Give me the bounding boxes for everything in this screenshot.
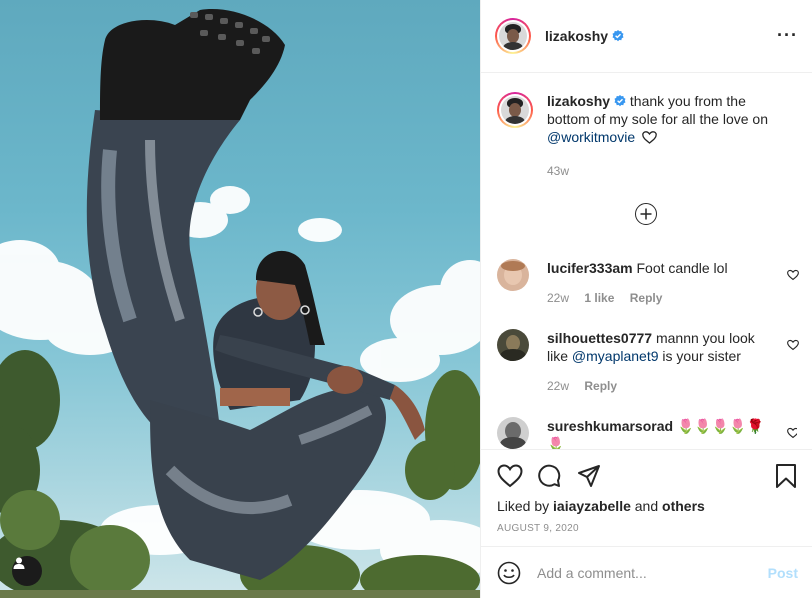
comment-time[interactable]: 22w	[547, 291, 569, 305]
post-comment-button[interactable]: Post	[768, 565, 798, 581]
instagram-post-modal: lizakoshy ··· lizakoshy thank you from t…	[0, 0, 812, 598]
comment-body: lucifer333am Foot candle lol 22w 1 like …	[547, 259, 767, 307]
verified-badge-icon	[614, 95, 626, 107]
caption-author-username[interactable]: lizakoshy	[547, 93, 610, 109]
add-comment-bar: Post	[481, 546, 812, 599]
commenter-username[interactable]: silhouettes0777	[547, 330, 652, 346]
comment-likes[interactable]: 1 like	[584, 291, 614, 305]
comment-mention-link[interactable]: @myaplanet9	[572, 348, 659, 364]
liked-by-prefix: Liked by	[497, 498, 554, 514]
caption-author-avatar[interactable]	[497, 92, 533, 128]
commenter-avatar[interactable]	[497, 259, 529, 291]
like-comment-icon[interactable]	[787, 339, 799, 351]
comment-body: silhouettes0777 mannn you look like @mya…	[547, 329, 767, 395]
like-comment-icon[interactable]	[787, 427, 797, 439]
photo-illustration	[0, 9, 480, 598]
liked-by-text: Liked by iaiayzabelle and others	[497, 498, 705, 514]
post-caption: lizakoshy thank you from the bottom of m…	[497, 92, 797, 180]
comment-meta: 22w Reply	[547, 377, 767, 395]
liked-by-and: and	[630, 498, 663, 514]
liked-by-others-link[interactable]: others	[662, 498, 705, 514]
like-comment-icon[interactable]	[787, 269, 799, 281]
commenter-avatar[interactable]	[497, 329, 529, 361]
person-icon	[13, 557, 25, 569]
like-heart-icon[interactable]	[497, 464, 523, 488]
caption-text: lizakoshy thank you from the bottom of m…	[547, 92, 787, 180]
comment-text: Foot candle lol	[636, 260, 728, 276]
comment-bubble-icon[interactable]	[537, 464, 561, 488]
reply-button[interactable]: Reply	[584, 379, 617, 393]
commenter-avatar[interactable]	[497, 417, 529, 449]
heart-outline-icon	[642, 131, 657, 144]
comment-item: silhouettes0777 mannn you look like @mya…	[497, 329, 799, 395]
plus-icon	[640, 208, 652, 220]
comment-item: lucifer333am Foot candle lol 22w 1 like …	[497, 259, 799, 307]
verified-badge-icon	[612, 30, 624, 42]
author-avatar[interactable]	[495, 18, 531, 54]
share-paper-plane-icon[interactable]	[577, 464, 601, 488]
post-photo[interactable]	[0, 0, 480, 598]
author-username[interactable]: lizakoshy	[545, 28, 608, 44]
comment-item: sureshkumarsorad 🌷🌷🌷🌷🌹🌷	[497, 417, 797, 449]
tagged-users-button[interactable]	[12, 556, 42, 586]
post-side-panel: lizakoshy ··· lizakoshy thank you from t…	[480, 0, 812, 598]
post-date[interactable]: AUGUST 9, 2020	[497, 523, 579, 534]
comment-body: sureshkumarsorad 🌷🌷🌷🌷🌹🌷	[547, 417, 777, 449]
reply-button[interactable]: Reply	[630, 291, 663, 305]
comment-text-end: is your sister	[658, 348, 741, 364]
emoji-smiley-icon[interactable]	[497, 561, 521, 585]
commenter-username[interactable]: lucifer333am	[547, 260, 633, 276]
commenter-username[interactable]: sureshkumarsorad	[547, 418, 673, 434]
action-icons	[497, 462, 797, 490]
load-more-comments-button[interactable]	[635, 203, 657, 225]
more-options-icon[interactable]: ···	[777, 26, 798, 44]
save-bookmark-icon[interactable]	[775, 464, 797, 488]
liked-by-user-link[interactable]: iaiayzabelle	[553, 498, 631, 514]
post-actions-section: Liked by iaiayzabelle and others AUGUST …	[481, 449, 812, 598]
comment-meta: 22w 1 like Reply	[547, 289, 767, 307]
caption-time[interactable]: 43w	[547, 162, 787, 180]
add-comment-input[interactable]	[535, 564, 759, 582]
post-header: lizakoshy ···	[481, 0, 812, 73]
comment-time[interactable]: 22w	[547, 379, 569, 393]
caption-mention-link[interactable]: @workitmovie	[547, 129, 635, 145]
